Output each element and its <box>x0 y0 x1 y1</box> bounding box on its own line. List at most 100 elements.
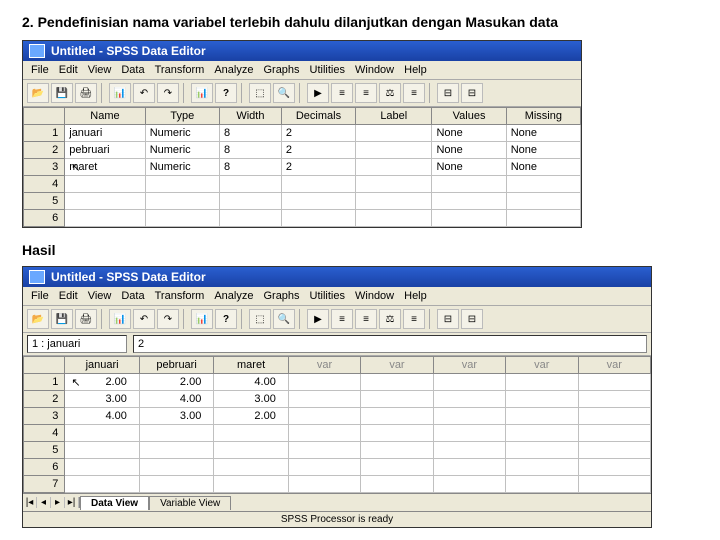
cell[interactable] <box>433 408 505 425</box>
row-number[interactable]: 3 <box>24 159 65 176</box>
empty-row[interactable]: 6 <box>24 210 581 227</box>
cell[interactable] <box>578 391 650 408</box>
cell-type[interactable]: Numeric <box>145 159 219 176</box>
menu-transform[interactable]: Transform <box>155 290 205 302</box>
dialog-recall-icon[interactable] <box>109 309 131 329</box>
empty-row[interactable]: 4 <box>24 425 651 442</box>
col-name[interactable]: Name <box>65 108 145 125</box>
cell-address[interactable]: 1 : januari <box>27 335 127 353</box>
menu-utilities[interactable]: Utilities <box>310 290 345 302</box>
variables-icon[interactable] <box>249 83 271 103</box>
tab-data-view[interactable]: Data View <box>80 496 149 510</box>
cell[interactable]: 2.00 <box>139 374 213 391</box>
cell-width[interactable]: 8 <box>219 125 281 142</box>
col-label[interactable]: Label <box>356 108 432 125</box>
cell[interactable] <box>361 391 433 408</box>
cell-decimals[interactable]: 2 <box>281 159 355 176</box>
next-icon[interactable]: ▸ <box>51 497 65 508</box>
col-decimals[interactable]: Decimals <box>281 108 355 125</box>
cell[interactable] <box>361 408 433 425</box>
variable-row[interactable]: 3 maret Numeric 8 2 None None <box>24 159 581 176</box>
menu-view[interactable]: View <box>88 64 112 76</box>
row-number[interactable]: 4 <box>24 425 65 442</box>
menu-data[interactable]: Data <box>121 290 144 302</box>
menu-graphs[interactable]: Graphs <box>263 290 299 302</box>
row-number[interactable]: 5 <box>24 442 65 459</box>
goto-case-icon[interactable] <box>215 83 237 103</box>
variable-row[interactable]: 1 januari Numeric 8 2 None None <box>24 125 581 142</box>
menu-utilities[interactable]: Utilities <box>310 64 345 76</box>
weight-cases-icon[interactable] <box>379 83 401 103</box>
col-empty[interactable]: var <box>506 357 578 374</box>
row-number[interactable]: 1 <box>24 374 65 391</box>
cell-label[interactable] <box>356 159 432 176</box>
cell-label[interactable] <box>356 125 432 142</box>
insert-var-icon[interactable] <box>331 83 353 103</box>
row-number[interactable]: 6 <box>24 210 65 227</box>
open-icon[interactable] <box>27 83 49 103</box>
undo-icon[interactable] <box>133 83 155 103</box>
cell[interactable] <box>578 408 650 425</box>
empty-row[interactable]: 6 <box>24 459 651 476</box>
cell-label[interactable] <box>356 142 432 159</box>
data-row[interactable]: 3 4.00 3.00 2.00 <box>24 408 651 425</box>
cell-values[interactable]: None <box>432 142 506 159</box>
split-file-icon[interactable] <box>355 309 377 329</box>
tab-scroll-arrows[interactable]: |◂ ◂ ▸ ▸| <box>23 497 80 508</box>
menu-data[interactable]: Data <box>121 64 144 76</box>
cell-values[interactable]: None <box>432 125 506 142</box>
cell-decimals[interactable]: 2 <box>281 142 355 159</box>
variables-icon[interactable] <box>249 309 271 329</box>
cell[interactable] <box>433 391 505 408</box>
empty-row[interactable]: 4 <box>24 176 581 193</box>
col-missing[interactable]: Missing <box>506 108 580 125</box>
redo-icon[interactable] <box>157 83 179 103</box>
empty-row[interactable]: 5 <box>24 442 651 459</box>
save-icon[interactable] <box>51 83 73 103</box>
menu-edit[interactable]: Edit <box>59 64 78 76</box>
cell[interactable]: 3.00 <box>214 391 288 408</box>
col-empty[interactable]: var <box>361 357 433 374</box>
save-icon[interactable] <box>51 309 73 329</box>
menu-transform[interactable]: Transform <box>155 64 205 76</box>
tab-variable-view[interactable]: Variable View <box>149 496 231 510</box>
cell-values[interactable]: None <box>432 159 506 176</box>
cell-width[interactable]: 8 <box>219 142 281 159</box>
row-number[interactable]: 2 <box>24 391 65 408</box>
redo-icon[interactable] <box>157 309 179 329</box>
cell[interactable]: 3.00 <box>139 408 213 425</box>
print-icon[interactable] <box>75 309 97 329</box>
menu-help[interactable]: Help <box>404 290 427 302</box>
cell-missing[interactable]: None <box>506 142 580 159</box>
cell-width[interactable]: 8 <box>219 159 281 176</box>
row-number[interactable]: 4 <box>24 176 65 193</box>
goto-chart-icon[interactable] <box>191 309 213 329</box>
cell[interactable] <box>506 374 578 391</box>
prev-icon[interactable]: ◂ <box>37 497 51 508</box>
cell[interactable] <box>506 408 578 425</box>
insert-var-icon[interactable] <box>331 309 353 329</box>
use-sets-icon[interactable] <box>461 309 483 329</box>
find-icon[interactable] <box>273 83 295 103</box>
menu-graphs[interactable]: Graphs <box>263 64 299 76</box>
cell[interactable] <box>288 391 360 408</box>
cell-missing[interactable]: None <box>506 159 580 176</box>
insert-case-icon[interactable] <box>307 309 329 329</box>
row-number[interactable]: 1 <box>24 125 65 142</box>
col-width[interactable]: Width <box>219 108 281 125</box>
col-empty[interactable]: var <box>433 357 505 374</box>
cell[interactable]: 4.00 <box>65 408 139 425</box>
cell[interactable]: 2.00 <box>65 374 139 391</box>
cell-decimals[interactable]: 2 <box>281 125 355 142</box>
cell-name[interactable]: maret <box>65 159 145 176</box>
row-number[interactable]: 6 <box>24 459 65 476</box>
cell-name[interactable]: pebruari <box>65 142 145 159</box>
find-icon[interactable] <box>273 309 295 329</box>
variable-row[interactable]: 2 pebruari Numeric 8 2 None None <box>24 142 581 159</box>
col-values[interactable]: Values <box>432 108 506 125</box>
row-number[interactable]: 5 <box>24 193 65 210</box>
cell-name[interactable]: januari <box>65 125 145 142</box>
row-number[interactable]: 7 <box>24 476 65 493</box>
cell[interactable]: 4.00 <box>139 391 213 408</box>
cell-type[interactable]: Numeric <box>145 142 219 159</box>
